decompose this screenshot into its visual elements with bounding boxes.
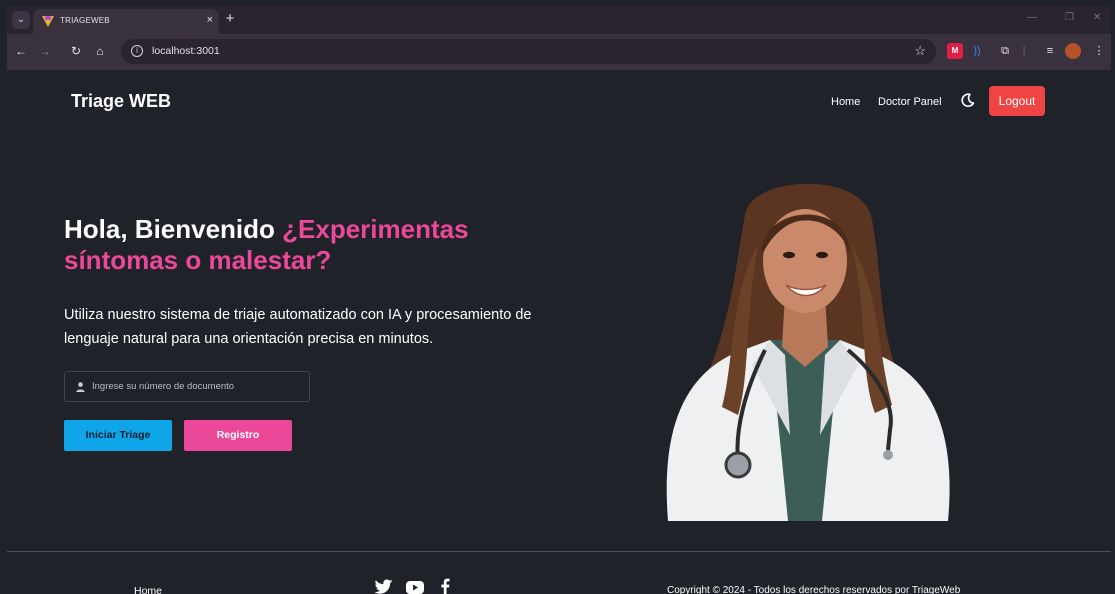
hero-title: Hola, Bienvenido ¿Experimentas síntomas …: [64, 214, 584, 276]
extensions-puzzle-icon[interactable]: ⧉: [997, 43, 1013, 59]
triage-favicon-icon: [42, 16, 54, 27]
hero-title-plain: Hola, Bienvenido: [64, 214, 283, 244]
doctor-illustration: [666, 183, 950, 521]
start-triage-button[interactable]: Iniciar Triage: [64, 420, 172, 451]
minimize-icon[interactable]: —: [1027, 12, 1037, 23]
extension-m-icon[interactable]: M: [947, 43, 963, 59]
restore-icon[interactable]: ❐: [1065, 12, 1074, 23]
register-button[interactable]: Registro: [184, 420, 292, 451]
tab-search-chevron-icon[interactable]: ⌄: [12, 11, 30, 29]
nav-doctor-panel-link[interactable]: Doctor Panel: [878, 96, 942, 108]
url-text[interactable]: localhost:3001: [152, 45, 220, 57]
bookmark-star-icon[interactable]: ☆: [914, 43, 926, 59]
new-tab-icon[interactable]: +: [221, 10, 239, 28]
document-input[interactable]: [92, 372, 306, 401]
reading-list-icon[interactable]: ≡: [1042, 43, 1058, 59]
home-icon[interactable]: ⌂: [92, 43, 108, 59]
twitter-icon[interactable]: [374, 578, 394, 594]
brand-logo[interactable]: Triage WEB: [71, 91, 171, 112]
back-arrow-icon[interactable]: ←: [13, 43, 29, 59]
footer-divider: [7, 551, 1111, 552]
tab-strip: ⌄ TRIAGEWEB × + — ❐ ✕: [7, 6, 1111, 35]
user-icon: [76, 382, 85, 392]
nav-home-link[interactable]: Home: [831, 96, 860, 108]
logout-button[interactable]: Logout: [989, 86, 1045, 116]
footer-home-link[interactable]: Home: [134, 585, 162, 594]
browser-menu-icon[interactable]: ⋮: [1091, 43, 1107, 59]
youtube-icon[interactable]: [405, 578, 425, 594]
address-bar[interactable]: i localhost:3001 ☆: [121, 39, 936, 64]
forward-arrow-icon[interactable]: →: [37, 43, 53, 59]
site-info-icon[interactable]: i: [131, 45, 143, 57]
browser-toolbar: ← → ↻ ⌂ i localhost:3001 ☆ M )) ⧉ | ≡ ⋮: [7, 34, 1111, 70]
reload-icon[interactable]: ↻: [68, 43, 84, 59]
hero-description: Utiliza nuestro sistema de triaje automa…: [64, 307, 532, 347]
tab-close-icon[interactable]: ×: [207, 14, 213, 26]
document-field[interactable]: [64, 371, 310, 402]
browser-window: ⌄ TRIAGEWEB × + — ❐ ✕ ← → ↻ ⌂ i localhos…: [7, 6, 1111, 594]
copyright-text: Copyright © 2024 - Todos los derechos re…: [667, 585, 961, 594]
profile-avatar-icon[interactable]: [1065, 43, 1081, 59]
window-close-icon[interactable]: ✕: [1093, 12, 1101, 23]
page: Triage WEB Home Doctor Panel Logout Hola…: [7, 70, 1111, 594]
browser-tab[interactable]: TRIAGEWEB ×: [33, 9, 219, 35]
toolbar-separator: |: [1022, 45, 1026, 57]
tab-title: TRIAGEWEB: [60, 16, 110, 25]
moon-theme-icon[interactable]: [960, 92, 976, 108]
facebook-icon[interactable]: [435, 578, 455, 594]
extension-audio-icon[interactable]: )): [969, 43, 985, 59]
